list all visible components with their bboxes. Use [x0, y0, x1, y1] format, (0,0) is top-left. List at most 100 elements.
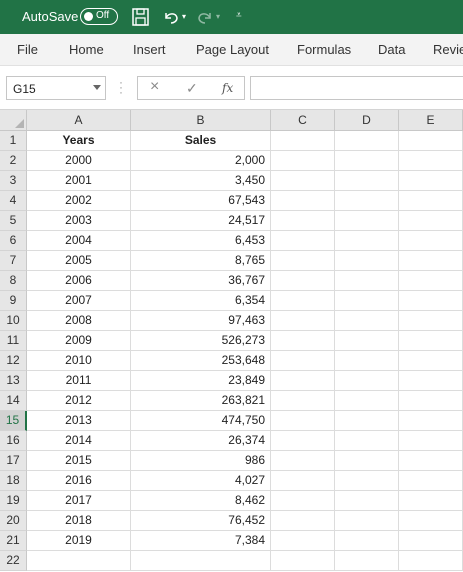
- cell-b4[interactable]: 67,543: [131, 191, 271, 211]
- cell-e3[interactable]: [399, 171, 463, 191]
- row-header[interactable]: 2: [0, 151, 27, 171]
- cancel-icon[interactable]: ×: [150, 78, 159, 96]
- cell-a21[interactable]: 2019: [27, 531, 131, 551]
- cell-e10[interactable]: [399, 311, 463, 331]
- cell-b19[interactable]: 8,462: [131, 491, 271, 511]
- cell-d19[interactable]: [335, 491, 399, 511]
- cell-d18[interactable]: [335, 471, 399, 491]
- cell-c8[interactable]: [271, 271, 335, 291]
- cell-d1[interactable]: [335, 131, 399, 151]
- cell-a10[interactable]: 2008: [27, 311, 131, 331]
- cell-b22[interactable]: [131, 551, 271, 571]
- cell-d12[interactable]: [335, 351, 399, 371]
- cell-e11[interactable]: [399, 331, 463, 351]
- tab-insert[interactable]: Insert: [133, 42, 166, 57]
- cell-e21[interactable]: [399, 531, 463, 551]
- row-header[interactable]: 7: [0, 251, 27, 271]
- undo-icon[interactable]: [161, 6, 181, 28]
- cell-a12[interactable]: 2010: [27, 351, 131, 371]
- cell-b9[interactable]: 6,354: [131, 291, 271, 311]
- cell-e2[interactable]: [399, 151, 463, 171]
- cell-e17[interactable]: [399, 451, 463, 471]
- cell-b21[interactable]: 7,384: [131, 531, 271, 551]
- row-header[interactable]: 9: [0, 291, 27, 311]
- cell-d22[interactable]: [335, 551, 399, 571]
- cell-a9[interactable]: 2007: [27, 291, 131, 311]
- cell-a7[interactable]: 2005: [27, 251, 131, 271]
- row-header[interactable]: 21: [0, 531, 27, 551]
- row-header[interactable]: 15: [0, 411, 27, 431]
- column-header-d[interactable]: D: [335, 110, 399, 131]
- cell-c20[interactable]: [271, 511, 335, 531]
- cell-d7[interactable]: [335, 251, 399, 271]
- row-header[interactable]: 17: [0, 451, 27, 471]
- cell-c1[interactable]: [271, 131, 335, 151]
- tab-file[interactable]: File: [17, 42, 38, 57]
- cell-d9[interactable]: [335, 291, 399, 311]
- cell-b10[interactable]: 97,463: [131, 311, 271, 331]
- insert-function-icon[interactable]: fx: [222, 81, 233, 95]
- row-header[interactable]: 5: [0, 211, 27, 231]
- cell-a2[interactable]: 2000: [27, 151, 131, 171]
- cell-c16[interactable]: [271, 431, 335, 451]
- cell-a8[interactable]: 2006: [27, 271, 131, 291]
- cell-c5[interactable]: [271, 211, 335, 231]
- cell-e13[interactable]: [399, 371, 463, 391]
- cell-d16[interactable]: [335, 431, 399, 451]
- row-header[interactable]: 11: [0, 331, 27, 351]
- cell-e8[interactable]: [399, 271, 463, 291]
- cell-a18[interactable]: 2016: [27, 471, 131, 491]
- cell-c12[interactable]: [271, 351, 335, 371]
- cell-c15[interactable]: [271, 411, 335, 431]
- cell-c9[interactable]: [271, 291, 335, 311]
- row-header[interactable]: 20: [0, 511, 27, 531]
- cell-d5[interactable]: [335, 211, 399, 231]
- cell-c4[interactable]: [271, 191, 335, 211]
- cell-c14[interactable]: [271, 391, 335, 411]
- cell-b13[interactable]: 23,849: [131, 371, 271, 391]
- row-header[interactable]: 19: [0, 491, 27, 511]
- cell-a1[interactable]: Years: [27, 131, 131, 151]
- cell-d21[interactable]: [335, 531, 399, 551]
- cell-c7[interactable]: [271, 251, 335, 271]
- cell-e22[interactable]: [399, 551, 463, 571]
- cell-e7[interactable]: [399, 251, 463, 271]
- name-box[interactable]: G15: [6, 76, 106, 100]
- tab-page-layout[interactable]: Page Layout: [196, 42, 269, 57]
- cell-b11[interactable]: 526,273: [131, 331, 271, 351]
- cell-e5[interactable]: [399, 211, 463, 231]
- cell-c3[interactable]: [271, 171, 335, 191]
- row-header[interactable]: 14: [0, 391, 27, 411]
- cell-a5[interactable]: 2003: [27, 211, 131, 231]
- cell-a3[interactable]: 2001: [27, 171, 131, 191]
- chevron-down-icon[interactable]: [93, 85, 101, 90]
- drag-handle-icon[interactable]: · · ·: [119, 76, 123, 98]
- cell-a20[interactable]: 2018: [27, 511, 131, 531]
- cell-c17[interactable]: [271, 451, 335, 471]
- cell-e18[interactable]: [399, 471, 463, 491]
- cell-e20[interactable]: [399, 511, 463, 531]
- cell-b12[interactable]: 253,648: [131, 351, 271, 371]
- row-header[interactable]: 13: [0, 371, 27, 391]
- cell-e16[interactable]: [399, 431, 463, 451]
- cell-a11[interactable]: 2009: [27, 331, 131, 351]
- cell-c19[interactable]: [271, 491, 335, 511]
- cell-e9[interactable]: [399, 291, 463, 311]
- cell-a19[interactable]: 2017: [27, 491, 131, 511]
- cell-d17[interactable]: [335, 451, 399, 471]
- autosave-toggle[interactable]: Off: [80, 8, 118, 25]
- cell-b20[interactable]: 76,452: [131, 511, 271, 531]
- cell-b2[interactable]: 2,000: [131, 151, 271, 171]
- cell-d20[interactable]: [335, 511, 399, 531]
- enter-icon[interactable]: ✓: [186, 80, 198, 97]
- cell-c21[interactable]: [271, 531, 335, 551]
- cell-e4[interactable]: [399, 191, 463, 211]
- column-header-c[interactable]: C: [271, 110, 335, 131]
- select-all-button[interactable]: [0, 110, 27, 131]
- cell-b17[interactable]: 986: [131, 451, 271, 471]
- cell-d6[interactable]: [335, 231, 399, 251]
- cell-e12[interactable]: [399, 351, 463, 371]
- column-header-b[interactable]: B: [131, 110, 271, 131]
- cell-a14[interactable]: 2012: [27, 391, 131, 411]
- row-header[interactable]: 10: [0, 311, 27, 331]
